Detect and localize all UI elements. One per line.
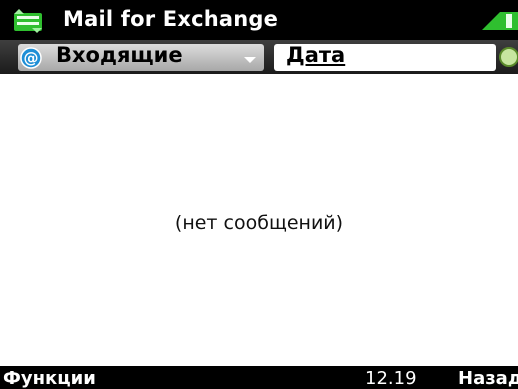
folder-label: Входящие [56,43,183,67]
sort-label: Дата [286,43,346,67]
title-bar: Mail for Exchange [0,0,518,40]
back-softkey[interactable]: Назад [458,368,518,389]
clock: 12.19 [365,368,417,389]
battery-icon [482,12,518,30]
mail-for-exchange-icon [14,9,42,33]
window-title: Mail for Exchange [63,7,279,31]
softkey-bar: Функции 12.19 Назад [0,366,518,389]
empty-list-message: (нет сообщений) [174,212,344,234]
at-sign-icon: @ [20,47,42,69]
options-softkey[interactable]: Функции [3,368,96,389]
svg-text:@: @ [24,49,39,67]
sync-status-icon [499,47,518,67]
chevron-down-icon[interactable] [244,57,256,63]
